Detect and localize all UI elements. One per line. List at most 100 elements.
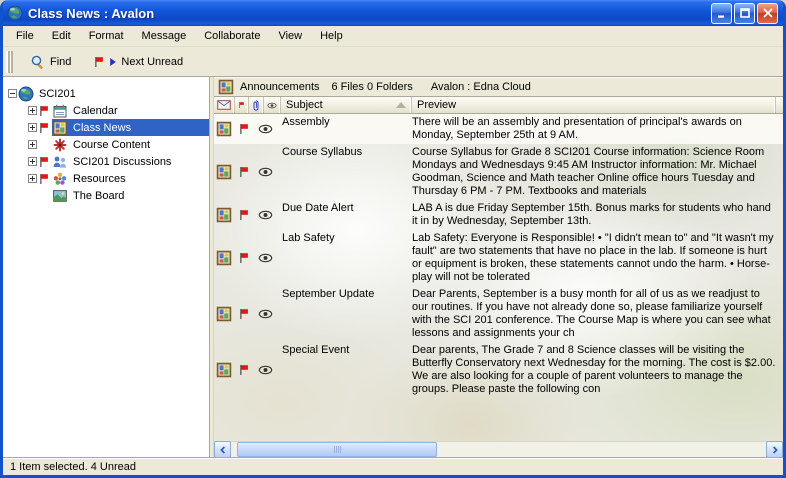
- message-preview: Dear Parents, September is a busy month …: [409, 288, 777, 340]
- menu-view[interactable]: View: [269, 28, 311, 45]
- subject-header-label: Subject: [284, 99, 396, 111]
- paperclip-icon: [252, 99, 260, 112]
- expand-toggle[interactable]: [28, 140, 37, 149]
- message-row[interactable]: Due Date Alert LAB A is due Friday Septe…: [214, 200, 783, 230]
- tree-item-label: Class News: [70, 121, 134, 135]
- tree-item-calendar[interactable]: Calendar: [3, 102, 209, 119]
- eye-icon[interactable]: [252, 202, 278, 228]
- folder-icon: [52, 120, 70, 136]
- column-header-attachment[interactable]: [249, 97, 264, 113]
- menu-edit[interactable]: Edit: [43, 28, 80, 45]
- message-row[interactable]: Lab Safety Lab Safety: Everyone is Respo…: [214, 230, 783, 286]
- flag-icon: [238, 99, 245, 111]
- message-preview: LAB A is due Friday September 15th. Bonu…: [409, 202, 777, 228]
- eye-icon[interactable]: [252, 288, 278, 340]
- maximize-icon: [739, 7, 751, 19]
- tree-item-class-news[interactable]: Class News: [3, 119, 209, 136]
- menu-message[interactable]: Message: [133, 28, 196, 45]
- unread-flag-icon: [38, 122, 52, 134]
- tree-item-course-content[interactable]: Course Content: [3, 136, 209, 153]
- eye-icon[interactable]: [252, 232, 278, 284]
- expand-toggle[interactable]: [8, 89, 17, 98]
- tree-root-sci201[interactable]: SCI201: [3, 85, 209, 102]
- unread-flag-icon: [38, 173, 52, 185]
- minimize-icon: [716, 7, 728, 19]
- magnifier-icon: [30, 54, 46, 70]
- sort-ascending-icon: [396, 102, 406, 108]
- message-subject: Lab Safety: [278, 232, 409, 245]
- column-header-spacer: [776, 97, 783, 113]
- unread-flag-icon: [238, 202, 252, 228]
- eye-icon[interactable]: [252, 116, 278, 142]
- unread-flag-icon: [238, 146, 252, 198]
- tree-item-sci201-discussions[interactable]: SCI201 Discussions: [3, 153, 209, 170]
- titlebar[interactable]: Class News : Avalon: [3, 0, 783, 26]
- window-controls: [711, 3, 778, 24]
- menu-file[interactable]: File: [7, 28, 43, 45]
- folder-icon: [18, 86, 36, 102]
- column-header-subject[interactable]: Subject: [281, 97, 412, 113]
- message-row[interactable]: Assembly There will be an assembly and p…: [214, 114, 783, 144]
- eye-icon[interactable]: [252, 146, 278, 198]
- conference-name: Announcements: [240, 81, 320, 93]
- column-header-message-type[interactable]: [214, 97, 235, 113]
- file-folder-counts: 6 Files 0 Folders: [326, 81, 419, 93]
- column-header-flag[interactable]: [235, 97, 249, 113]
- folder-icon: [52, 137, 70, 153]
- tree-item-the-board[interactable]: The Board: [3, 187, 209, 204]
- envelope-icon: [217, 100, 231, 110]
- minimize-button[interactable]: [711, 3, 732, 24]
- unread-flag-icon: [38, 105, 52, 117]
- tree-item-label: SCI201 Discussions: [70, 155, 174, 169]
- conference-info-bar: Announcements 6 Files 0 Folders Avalon :…: [214, 77, 783, 97]
- expand-toggle[interactable]: [28, 174, 37, 183]
- expand-toggle[interactable]: [28, 106, 37, 115]
- message-row[interactable]: Special Event Dear parents, The Grade 7 …: [214, 342, 783, 398]
- folder-icon: [52, 154, 70, 170]
- maximize-button[interactable]: [734, 3, 755, 24]
- tree-item-label: The Board: [70, 189, 127, 203]
- message-preview: There will be an assembly and presentati…: [409, 116, 777, 142]
- menu-help[interactable]: Help: [311, 28, 352, 45]
- eye-icon[interactable]: [252, 344, 278, 396]
- tree-item-label: Course Content: [70, 138, 153, 152]
- horizontal-scrollbar[interactable]: [214, 441, 783, 458]
- scroll-left-button[interactable]: [214, 441, 231, 458]
- menu-bar: FileEditFormatMessageCollaborateViewHelp: [3, 26, 783, 47]
- message-subject: Course Syllabus: [278, 146, 409, 159]
- chevron-left-icon: [219, 446, 227, 454]
- arrow-right-icon: [109, 57, 117, 67]
- scroll-right-button[interactable]: [766, 441, 783, 458]
- tree-item-label: Resources: [70, 172, 129, 186]
- unread-flag-icon: [238, 232, 252, 284]
- find-button[interactable]: Find: [21, 50, 80, 74]
- message-list: Assembly There will be an assembly and p…: [214, 114, 783, 441]
- scrollbar-thumb[interactable]: [237, 442, 437, 457]
- message-row[interactable]: Course Syllabus Course Syllabus for Grad…: [214, 144, 783, 200]
- app-window: Class News : Avalon FileEditFormatMessag…: [0, 0, 786, 478]
- find-label: Find: [50, 56, 71, 68]
- column-header-preview[interactable]: Preview: [412, 97, 776, 113]
- tree-item-resources[interactable]: Resources: [3, 170, 209, 187]
- main-area: SCI201 Calendar Class News Course Conten…: [3, 77, 783, 458]
- menu-collaborate[interactable]: Collaborate: [195, 28, 269, 45]
- unread-flag-icon: [38, 190, 52, 202]
- toolbar: Find Next Unread: [3, 47, 783, 77]
- status-text: 1 Item selected. 4 Unread: [10, 461, 136, 473]
- next-unread-button[interactable]: Next Unread: [84, 52, 192, 72]
- message-preview: Course Syllabus for Grade 8 SCI201 Cours…: [409, 146, 777, 198]
- folder-tree: SCI201 Calendar Class News Course Conten…: [3, 77, 210, 458]
- app-globe-icon: [7, 5, 23, 21]
- folder-icon: [52, 171, 70, 187]
- column-header-read[interactable]: [264, 97, 281, 113]
- expand-toggle[interactable]: [28, 157, 37, 166]
- message-row[interactable]: September Update Dear Parents, September…: [214, 286, 783, 342]
- toolbar-grip[interactable]: [6, 51, 13, 73]
- menu-format[interactable]: Format: [80, 28, 133, 45]
- unread-flag-icon: [238, 116, 252, 142]
- expand-toggle[interactable]: [28, 123, 37, 132]
- message-panel: Announcements 6 Files 0 Folders Avalon :…: [213, 77, 783, 458]
- message-preview: Dear parents, The Grade 7 and 8 Science …: [409, 344, 777, 396]
- close-button[interactable]: [757, 3, 778, 24]
- status-bar: 1 Item selected. 4 Unread: [3, 458, 783, 475]
